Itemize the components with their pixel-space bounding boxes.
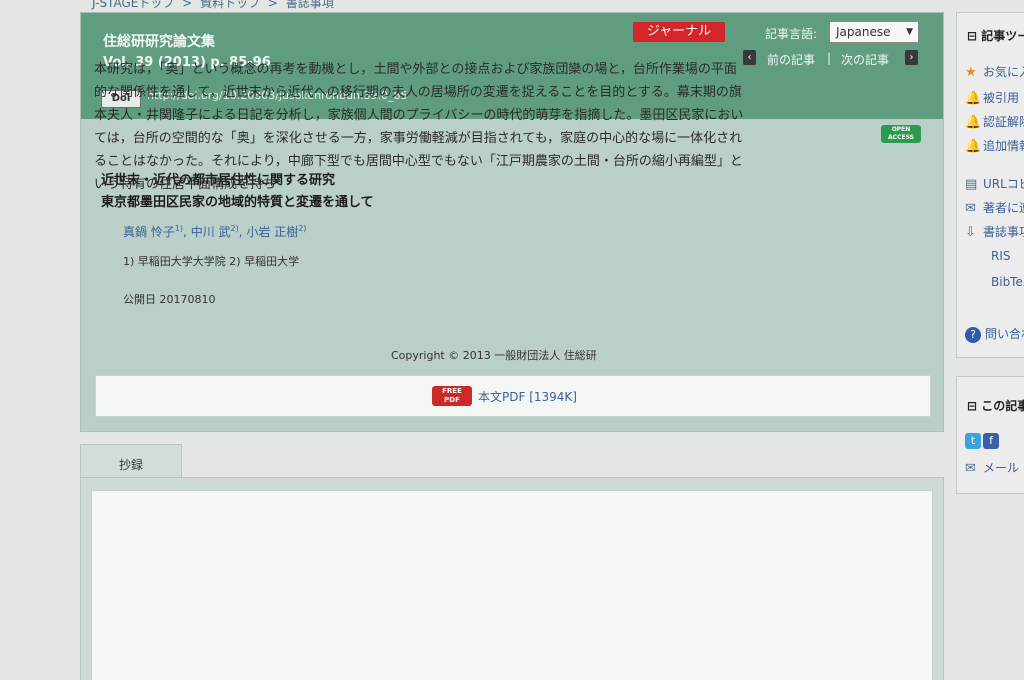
journal-name[interactable]: 住総研研究論文集: [103, 31, 215, 51]
share-heading[interactable]: ⊟ この記事を共有: [967, 397, 1024, 414]
language-select[interactable]: Japanese ▼: [829, 21, 919, 43]
next-article-link[interactable]: 次の記事: [841, 51, 889, 68]
abstract-inner: [91, 490, 933, 680]
author-affil-marker: 2): [298, 224, 307, 233]
sidebar-item-label: 著者に連絡: [983, 201, 1024, 215]
bell-icon: 🔔: [965, 91, 982, 106]
sidebar-item-additional-info[interactable]: 🔔追加情報: [965, 137, 1024, 154]
page: J-STAGEトップ > 資料トップ > 書誌事項 住総研研究論文集 Vol. …: [0, 0, 1024, 680]
language-select-value: Japanese: [836, 25, 891, 39]
article-tools-panel: ⊟ 記事ツール ★お気に入り 🔔被引用 🔔認証解除 🔔追加情報 ▤URLコピー …: [956, 12, 1024, 358]
language-label: 記事言語:: [765, 27, 818, 41]
breadcrumb-jstage-top[interactable]: J-STAGEトップ: [92, 0, 174, 10]
published-date: 公開日 20170810: [123, 293, 216, 306]
sidebar-item-label: URLコピー: [983, 177, 1024, 191]
sidebar-item-contact-author[interactable]: ✉ 著者に連絡: [965, 199, 1024, 216]
breadcrumb-separator: >: [267, 0, 278, 10]
sidebar-item-label: お気に入り: [983, 65, 1024, 79]
author-link[interactable]: 真鍋 怜子: [123, 225, 175, 239]
collapse-icon: ⊟: [967, 29, 982, 43]
pdf-download-link[interactable]: 本文PDF [1394K]: [478, 388, 577, 405]
bell-icon: 🔔: [965, 139, 982, 154]
document-icon: ▤: [965, 177, 978, 192]
tab-abstract[interactable]: 抄録: [80, 444, 182, 479]
author-link[interactable]: 中川 武: [191, 225, 231, 239]
sidebar-item-bibliography[interactable]: ⇩ 書誌事項: [965, 223, 1024, 240]
article-tools-heading-label: 記事ツール: [981, 29, 1024, 43]
sidebar-item-label: 認証解除: [983, 115, 1024, 129]
chevron-down-icon: ▼: [906, 27, 913, 37]
help-icon: ?: [965, 327, 981, 343]
download-icon: ⇩: [965, 225, 976, 240]
sidebar-item-favorite[interactable]: ★ お気に入り: [965, 63, 1024, 80]
prev-article-link[interactable]: 前の記事: [767, 51, 815, 68]
star-icon: ★: [965, 65, 977, 80]
author-affil-marker: 1): [174, 224, 184, 233]
abstract-text: 本研究は，「奥」という概念の再考を動機とし，土間や外部との接点および家族団欒の場…: [94, 62, 744, 192]
share-social-row: tf: [965, 433, 1001, 449]
bell-icon: 🔔: [965, 115, 982, 130]
open-access-badge: OPEN ACCESS: [881, 125, 921, 143]
pdf-icon-label-top: FREE: [442, 387, 462, 395]
sidebar-item-label: 問い合わせ: [985, 327, 1024, 341]
sidebar-item-label: 被引用: [983, 91, 1020, 105]
share-mail-link[interactable]: ✉ メール: [965, 459, 1019, 476]
breadcrumb: J-STAGEトップ > 資料トップ > 書誌事項: [92, 0, 338, 11]
sidebar-item-ris[interactable]: RIS: [991, 249, 1011, 263]
sidebar-item-label: 書誌事項: [983, 225, 1024, 239]
sidebar-item-label: 追加情報: [983, 139, 1024, 153]
author-list: 真鍋 怜子1), 中川 武2), 小岩 正樹2): [123, 224, 307, 239]
sidebar-item-inquiry[interactable]: ? 問い合わせ: [965, 325, 1024, 343]
affiliations: 1) 早稲田大学大学院 2) 早稲田大学: [123, 255, 300, 268]
article-tools-heading[interactable]: ⊟ 記事ツール: [967, 27, 1024, 44]
sidebar-item-citation-alert[interactable]: 🔔 被引用: [965, 89, 1019, 106]
pdf-icon[interactable]: FREE PDF: [432, 386, 472, 406]
share-panel: ⊟ この記事を共有 tf ✉ メール: [956, 376, 1024, 494]
collapse-icon: ⊟: [967, 399, 982, 413]
pdf-icon-label-bottom: PDF: [444, 396, 460, 404]
breadcrumb-separator: >: [182, 0, 193, 10]
chevron-right-icon[interactable]: ›: [905, 50, 918, 65]
breadcrumb-journal-top[interactable]: 資料トップ: [200, 0, 260, 10]
abstract-panel: [80, 477, 944, 680]
sidebar-item-auth-alert[interactable]: 🔔認証解除: [965, 113, 1024, 130]
share-mail-label: メール: [983, 461, 1020, 475]
facebook-icon[interactable]: f: [983, 433, 999, 449]
twitter-icon[interactable]: t: [965, 433, 981, 449]
author-link[interactable]: 小岩 正樹: [246, 225, 298, 239]
pdf-download-box: FREE PDF 本文PDF [1394K]: [95, 375, 931, 417]
sidebar-item-bibtex[interactable]: BibTeX: [991, 275, 1024, 289]
author-affil-marker: 2): [230, 224, 239, 233]
breadcrumb-bibliography[interactable]: 書誌事項: [286, 0, 334, 10]
mail-icon: ✉: [965, 461, 976, 476]
journal-badge: ジャーナル: [633, 22, 725, 42]
copyright-notice: Copyright © 2013 一般財団法人 住総研: [391, 349, 597, 362]
mail-icon: ✉: [965, 201, 976, 216]
nav-separator: |: [827, 51, 832, 65]
share-heading-label: この記事を共有: [981, 399, 1024, 413]
chevron-left-icon[interactable]: ‹: [743, 50, 756, 65]
sidebar-item-url-copy[interactable]: ▤ URLコピー: [965, 175, 1024, 192]
